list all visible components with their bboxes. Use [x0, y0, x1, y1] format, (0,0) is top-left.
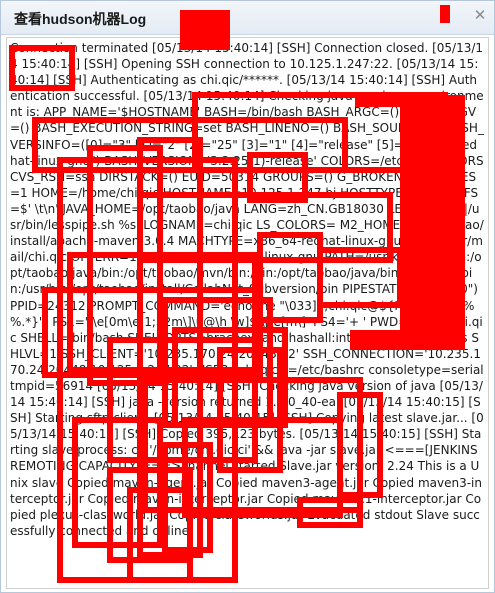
dialog-title: 查看hudson机器Log — [14, 11, 147, 27]
log-output-text: Connection terminated [05/13/14 15:40:14… — [10, 41, 488, 538]
log-dialog: 查看hudson机器Log ✕ Connection terminated [0… — [0, 0, 495, 593]
dialog-titlebar: 查看hudson机器Log ✕ — [1, 1, 494, 35]
close-icon[interactable]: ✕ — [472, 8, 488, 24]
log-output-pane[interactable]: Connection terminated [05/13/14 15:40:14… — [6, 37, 489, 589]
